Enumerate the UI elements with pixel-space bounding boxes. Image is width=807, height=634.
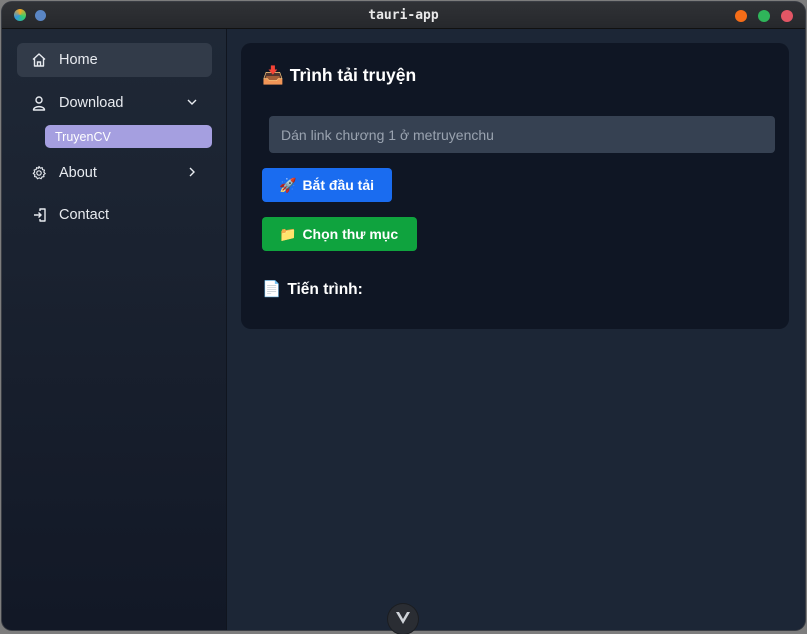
sidebar-item-home[interactable]: Home (17, 43, 212, 77)
progress-heading: 📄 Tiến trình: (262, 280, 363, 299)
sidebar-item-label: About (59, 165, 97, 181)
choose-folder-button[interactable]: 📁 Chọn thư mục (262, 217, 417, 251)
document-icon: 📄 (262, 281, 282, 298)
sidebar-item-label: Contact (59, 207, 109, 223)
app-window: tauri-app Home Download TruyenCV About C… (2, 2, 805, 630)
page-title-text: Trình tải truyện (289, 65, 417, 85)
page-title: 📥 Trình tải truyện (262, 65, 416, 86)
vue-logo-icon (396, 612, 410, 624)
window-title: tauri-app (368, 8, 439, 23)
sidebar-item-contact[interactable]: Contact (17, 198, 212, 232)
start-download-button[interactable]: 🚀 Bắt đầu tải (262, 168, 392, 202)
logout-icon (31, 207, 47, 223)
gear-icon (31, 165, 47, 181)
vue-devtools-button[interactable] (388, 604, 418, 634)
sidebar-item-label: Home (59, 52, 98, 68)
inbox-tray-icon: 📥 (262, 65, 284, 85)
maximize-button[interactable] (758, 10, 770, 22)
sidebar: Home Download TruyenCV About Contact (2, 29, 227, 630)
chevron-right-icon (186, 166, 198, 178)
user-icon (31, 95, 47, 111)
close-button[interactable] (781, 10, 793, 22)
home-icon (31, 52, 47, 68)
folder-icon: 📁 (279, 225, 297, 242)
downloader-card: 📥 Trình tải truyện 🚀 Bắt đầu tải 📁 Chọn … (241, 43, 789, 329)
progress-heading-text: Tiến trình: (287, 280, 363, 298)
main-content: 📥 Trình tải truyện 🚀 Bắt đầu tải 📁 Chọn … (227, 29, 805, 630)
chapter-url-input[interactable] (269, 116, 775, 153)
sidebar-subitem-truyencv[interactable]: TruyenCV (45, 125, 212, 148)
sidebar-item-download[interactable]: Download (17, 86, 212, 120)
choose-folder-label: Chọn thư mục (302, 226, 399, 242)
title-bar: tauri-app (2, 2, 805, 29)
rocket-icon: 🚀 (279, 176, 297, 193)
chevron-down-icon (186, 96, 198, 108)
minimize-button[interactable] (735, 10, 747, 22)
sidebar-item-label: Download (59, 95, 124, 111)
sidebar-item-about[interactable]: About (17, 156, 212, 190)
start-download-label: Bắt đầu tải (302, 177, 375, 193)
